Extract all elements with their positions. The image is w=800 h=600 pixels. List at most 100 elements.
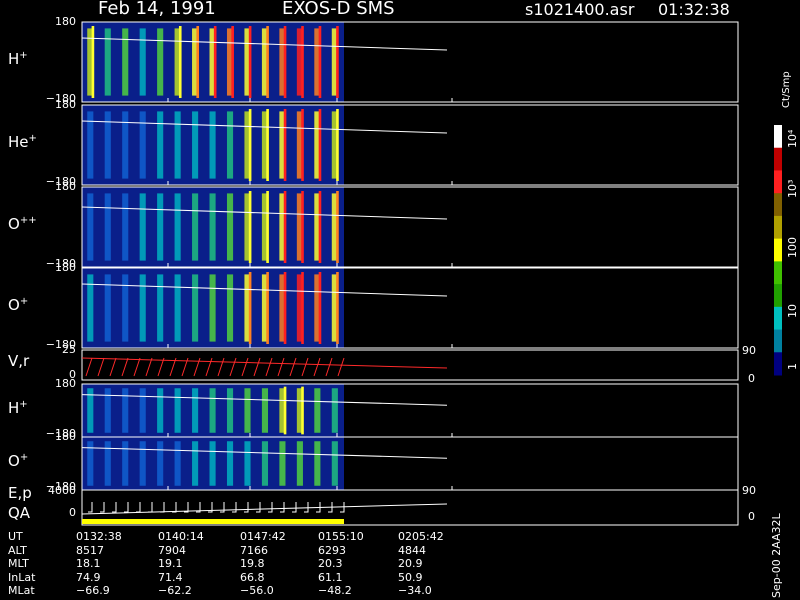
intensity-peak-o-plus-plus: [318, 191, 322, 263]
orbit-row-label: UT: [8, 530, 23, 543]
intensity-band-o-plus-plus: [139, 193, 146, 261]
intensity-band-o-plus: [174, 274, 181, 342]
colorbar-unit: Ct/Smp: [781, 71, 792, 108]
intensity-peak-h-plus: [301, 26, 304, 98]
velocity-mark: [205, 357, 213, 377]
intensity-band-he-plus: [192, 111, 199, 179]
intensity-peak-h-plus: [283, 26, 287, 98]
ep-step-mark: [268, 502, 273, 513]
ep-step-mark: [160, 502, 165, 513]
plot-file: s1021400.asr: [525, 0, 635, 19]
intensity-band-o-plus-plus: [209, 193, 216, 261]
intensity-peak-h-plus: [336, 26, 339, 98]
intensity-peak-he-plus: [248, 109, 252, 181]
plot-date: Feb 14, 1991: [98, 0, 216, 19]
intensity-peak-h-plus: [248, 26, 252, 98]
intensity-peak-he-plus: [318, 109, 322, 181]
intensity-band-h-plus-2: [192, 388, 199, 433]
intensity-band-he-plus: [209, 111, 216, 179]
velocity-mark: [253, 357, 261, 377]
orbit-row-label: ALT: [8, 543, 27, 557]
panel-label-o-plus-2: O+: [8, 451, 29, 470]
orbit-value: −34.0: [398, 584, 432, 597]
orbit-value: 18.1: [76, 557, 101, 570]
ep-trend-line: [81, 503, 448, 515]
intensity-band-h-plus-2: [174, 388, 181, 433]
orbit-value: 66.8: [240, 570, 265, 584]
colorbar-segment: [774, 193, 782, 217]
intensity-band-o-plus-2: [209, 441, 216, 486]
right-tick-top-velocity: 90: [742, 344, 756, 357]
orbit-value: 6293: [318, 543, 346, 557]
plot-time: 01:32:38: [658, 0, 730, 19]
intensity-band-h-plus-2: [209, 388, 216, 433]
panel-label-he-plus: He+: [8, 133, 37, 151]
colorbar-segment: [774, 329, 782, 353]
intensity-band-o-plus-plus: [226, 193, 234, 261]
intensity-peak-h-plus: [266, 26, 269, 98]
intensity-band-h-plus: [157, 28, 164, 96]
orbit-value: 19.8: [240, 557, 265, 570]
intensity-band-o-plus-2: [226, 441, 234, 486]
ep-step-mark: [148, 502, 153, 513]
intensity-peak-o-plus-plus: [283, 191, 287, 263]
intensity-band-h-plus-2: [226, 388, 234, 433]
intensity-band-o-plus-2: [192, 441, 199, 486]
y-tick-top-velocity: 25: [62, 343, 76, 356]
colorbar-segment: [774, 215, 782, 240]
intensity-band-he-plus: [122, 111, 129, 179]
intensity-peak-h-plus: [196, 26, 200, 98]
intensity-band-o-plus-2: [174, 441, 181, 486]
y-tick-top-o-plus-2: 180: [55, 430, 76, 443]
ep-step-mark: [184, 502, 189, 513]
orbit-value: 0155:10: [318, 530, 364, 543]
velocity-mark: [109, 357, 117, 377]
ep-step-mark: [304, 502, 309, 513]
ep-step-mark: [280, 502, 285, 513]
intensity-peak-o-plus: [301, 272, 304, 344]
intensity-band-o-plus-plus: [87, 193, 94, 261]
right-tick-bottom-velocity: 0: [748, 372, 755, 385]
orbit-value: −62.2: [158, 584, 192, 597]
panel-label-h-plus: H+: [8, 50, 28, 68]
ep-step-mark: [100, 502, 105, 513]
velocity-mark: [289, 357, 297, 377]
orbit-value: 8517: [76, 543, 104, 557]
intensity-peak-h-plus: [91, 26, 95, 98]
panel-frame-velocity: [81, 349, 739, 381]
ep-step-mark: [136, 502, 141, 513]
right-tick-top-ep: 90: [742, 484, 756, 497]
colorbar-segment: [774, 352, 782, 376]
intensity-peak-o-plus-plus: [248, 191, 252, 263]
ep-step-mark: [256, 502, 261, 513]
orbit-value: 74.9: [76, 570, 101, 584]
orbit-value: 0147:42: [240, 530, 286, 543]
intensity-band-o-plus-2: [244, 441, 251, 486]
intensity-band-o-plus-plus: [157, 193, 164, 261]
colorbar-segment: [774, 284, 782, 308]
intensity-band-h-plus-2: [261, 388, 269, 433]
intensity-band-h-plus-2: [244, 388, 251, 433]
panel-label-h-plus-2: H+: [8, 398, 28, 417]
intensity-band-h-plus-2: [139, 388, 146, 433]
intensity-peak-h-plus: [318, 26, 322, 98]
spectrogram-plot: [81, 21, 782, 526]
y-tick-top-he-plus: 180: [55, 98, 76, 111]
panel-label-o-plus-plus: O++: [8, 215, 37, 233]
colorbar-label: 10⁴: [786, 129, 799, 148]
intensity-band-he-plus: [139, 111, 146, 179]
intensity-band-o-plus: [122, 274, 129, 342]
intensity-band-o-plus-2: [314, 441, 321, 486]
colorbar-label: 100: [786, 237, 799, 258]
intensity-band-o-plus-2: [157, 441, 164, 486]
velocity-mark: [85, 357, 93, 377]
colorbar-segment: [774, 261, 782, 285]
velocity-mark: [277, 357, 285, 377]
intensity-peak-he-plus: [266, 109, 269, 181]
intensity-band-o-plus-plus: [174, 193, 181, 261]
colorbar-label: 1: [786, 363, 799, 370]
ep-step-mark: [292, 502, 297, 513]
intensity-band-o-plus-plus: [122, 193, 129, 261]
colorbar-segment: [774, 170, 782, 194]
orbit-value: 0205:42: [398, 530, 444, 543]
